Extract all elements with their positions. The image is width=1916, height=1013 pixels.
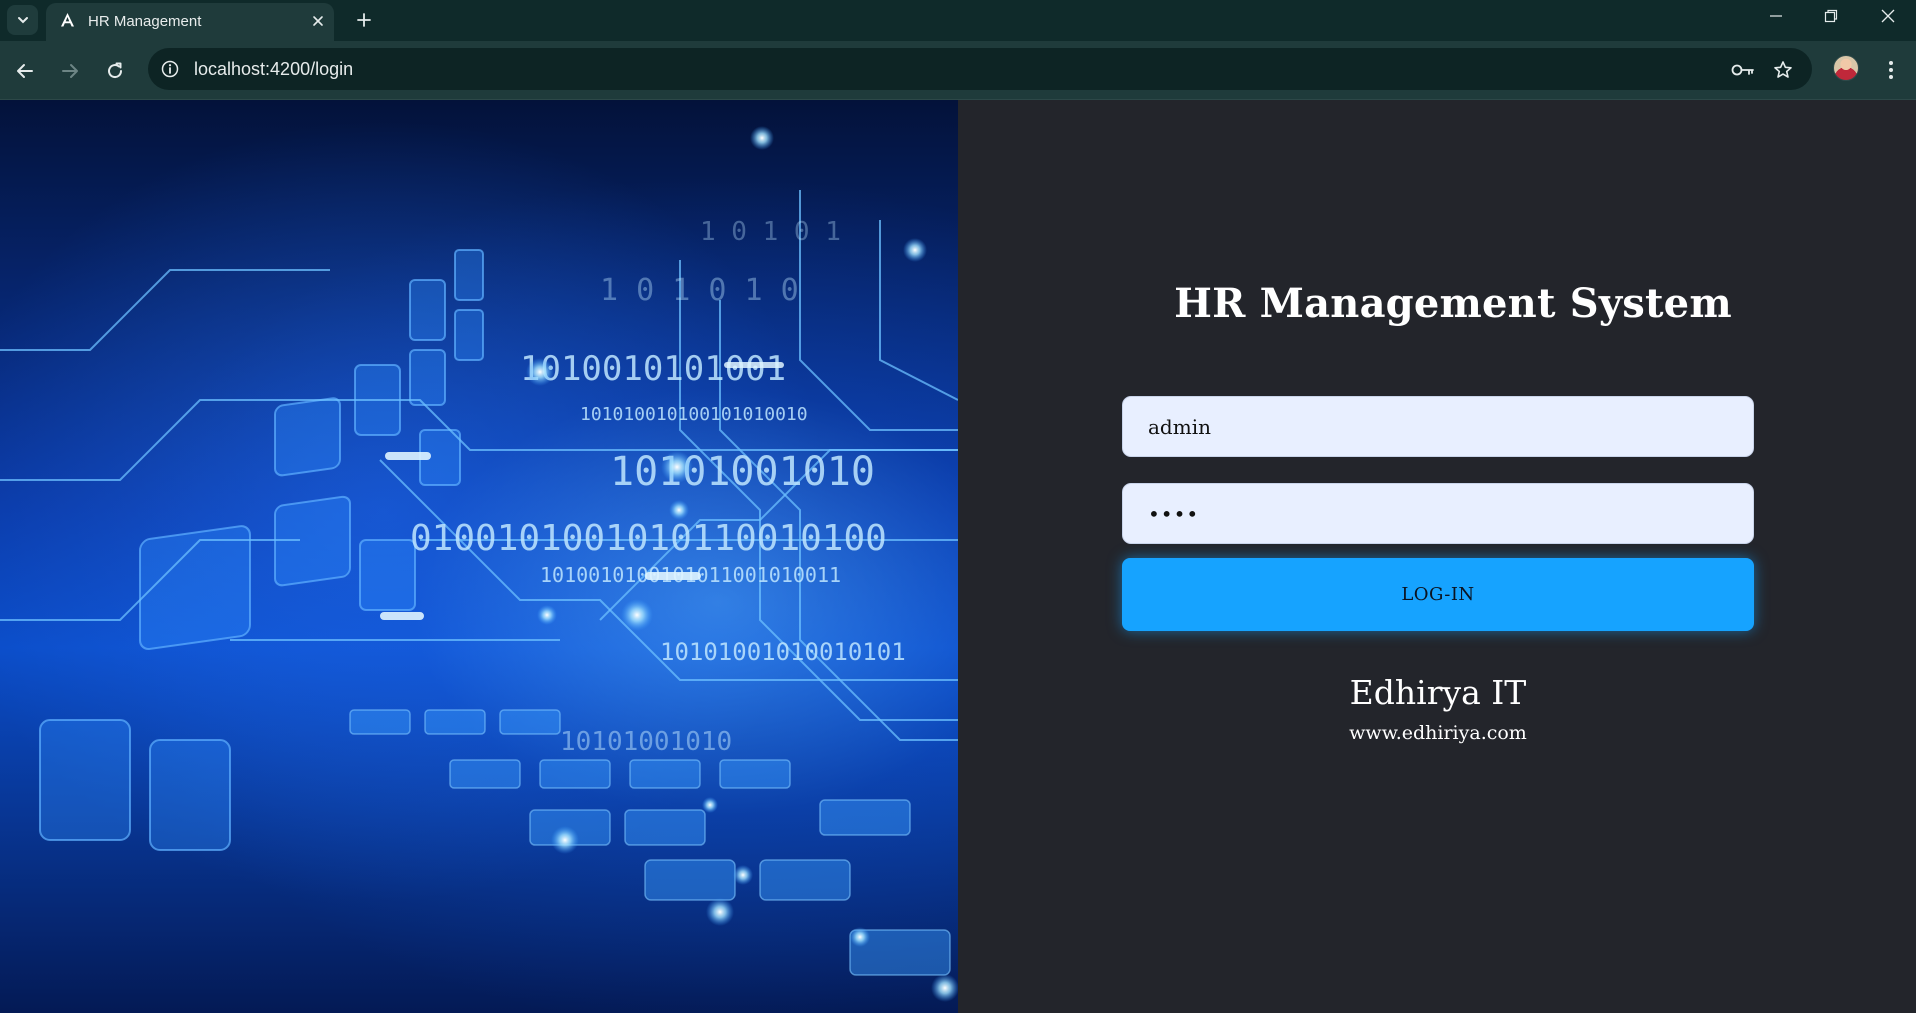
browser-tab[interactable]: HR Management: [46, 3, 334, 41]
kebab-menu-icon: [1889, 61, 1893, 79]
info-icon: [161, 60, 179, 78]
address-bar[interactable]: localhost:4200/login: [148, 48, 1812, 90]
svg-text:10101001010010101: 10101001010010101: [660, 638, 906, 666]
hero-image: 1010010101001 101010010100101010010 1010…: [0, 100, 958, 1013]
star-icon: [1774, 61, 1792, 78]
circuit-illustration: 1010010101001 101010010100101010010 1010…: [0, 126, 958, 1002]
angular-icon: [61, 13, 74, 27]
arrow-left-icon: [17, 64, 33, 78]
svg-text:10101001010: 10101001010: [560, 727, 732, 757]
close-window-button[interactable]: [1860, 0, 1916, 32]
brand-name: Edhirya IT: [1349, 673, 1527, 712]
password-manager-button[interactable]: [1730, 57, 1756, 83]
site-info-button[interactable]: [158, 57, 182, 81]
new-tab-button[interactable]: [350, 6, 378, 34]
minimize-button[interactable]: [1748, 0, 1804, 32]
page-title: HR Management System: [1174, 280, 1732, 327]
url-text: localhost:4200/login: [194, 59, 354, 79]
browser-menu-button[interactable]: [1878, 55, 1904, 85]
login-button[interactable]: LOG-IN: [1122, 558, 1754, 631]
svg-text:10101001010: 10101001010: [610, 449, 875, 495]
username-input[interactable]: [1122, 396, 1754, 457]
chevron-down-icon: [17, 17, 28, 24]
back-button[interactable]: [8, 54, 42, 88]
password-input[interactable]: [1122, 483, 1754, 544]
key-icon: [1731, 64, 1754, 76]
tab-title: HR Management: [88, 13, 202, 30]
bookmark-button[interactable]: [1770, 57, 1796, 83]
login-page: 1010010101001 101010010100101010010 1010…: [0, 100, 1916, 1013]
svg-text:1010010101001: 1010010101001: [520, 349, 786, 389]
browser-tab-strip: HR Management: [0, 0, 1916, 41]
reload-icon: [108, 62, 123, 79]
browser-toolbar: localhost:4200/login: [0, 41, 1916, 100]
minimize-icon: [1770, 15, 1782, 17]
svg-text:101010010100101010010: 101010010100101010010: [580, 404, 808, 425]
svg-text:1 0 1 0 1: 1 0 1 0 1: [700, 217, 841, 247]
reload-button[interactable]: [98, 54, 132, 88]
brand-url: www.edhiriya.com: [1349, 722, 1527, 744]
svg-text:1 0 1 0 1 0: 1 0 1 0 1 0: [600, 273, 799, 308]
close-icon: [1881, 9, 1895, 23]
restore-button[interactable]: [1803, 0, 1859, 32]
plus-icon: [357, 13, 371, 27]
tab-list-button[interactable]: [7, 5, 38, 35]
close-tab-button[interactable]: [308, 11, 328, 31]
restore-icon: [1824, 9, 1838, 23]
avatar[interactable]: [1833, 55, 1859, 81]
arrow-right-icon: [62, 64, 78, 78]
close-icon: [313, 16, 323, 26]
forward-button[interactable]: [53, 54, 87, 88]
svg-text:0100101001010110010100: 0100101001010110010100: [410, 518, 887, 559]
